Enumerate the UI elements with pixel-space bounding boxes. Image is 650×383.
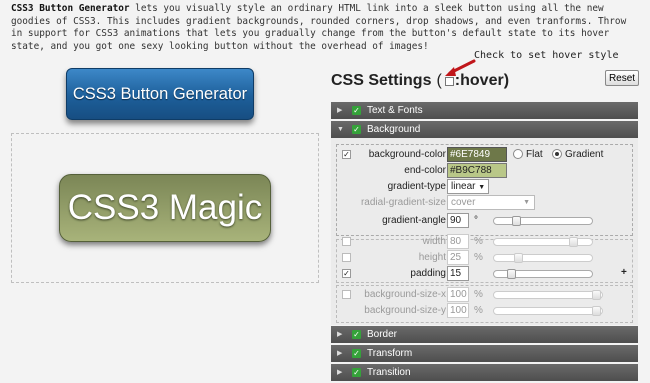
gradient-radio[interactable] (552, 149, 562, 159)
hover-hint: Check to set hover style (474, 50, 619, 61)
background-size-x-checkbox[interactable] (342, 290, 351, 299)
flat-label: Flat (526, 149, 543, 160)
green-check-icon: ✓ (352, 349, 361, 358)
gradient-angle-unit: ° (474, 215, 478, 226)
background-size-y-slider[interactable] (493, 306, 603, 316)
collapsed-triangle-icon: ▶ (337, 369, 343, 376)
width-slider[interactable] (493, 237, 593, 247)
hover-open-paren: ( (436, 72, 442, 89)
height-slider[interactable] (493, 253, 593, 263)
gradient-type-select[interactable]: linear ▼ (447, 179, 490, 194)
gradient-type-value: linear (451, 181, 476, 192)
collapsed-triangle-icon: ▶ (337, 331, 343, 338)
padding-checkbox[interactable]: ✓ (342, 269, 351, 278)
intro-paragraph: CSS3 Button Generator lets you visually … (11, 3, 643, 53)
width-label: width (422, 236, 446, 247)
background-size-y-row: background-size-y 100 % (331, 303, 638, 319)
green-check-icon: ✓ (352, 330, 361, 339)
width-row: width 80 % (331, 234, 638, 250)
height-checkbox[interactable] (342, 253, 351, 262)
padding-input[interactable]: 15 (447, 266, 469, 281)
intro-title: CSS3 Button Generator (11, 3, 130, 14)
width-slider-handle[interactable] (569, 237, 578, 247)
collapsed-triangle-icon: ▶ (337, 350, 343, 357)
width-input[interactable]: 80 (447, 234, 469, 249)
gradient-angle-label: gradient-angle (382, 215, 446, 226)
hero-button[interactable]: CSS3 Button Generator (66, 68, 254, 120)
section-transform-label: Transform (367, 348, 413, 359)
section-text-fonts-label: Text & Fonts (367, 105, 423, 116)
background-size-x-label: background-size-x (364, 289, 446, 300)
height-unit: % (474, 252, 483, 263)
radial-gradient-size-value: cover (451, 197, 476, 208)
background-size-y-slider-handle[interactable] (592, 306, 601, 316)
radial-gradient-size-select[interactable]: cover ▼ (447, 195, 535, 210)
settings-title: CSS Settings ( :hover) (331, 72, 509, 90)
padding-plus[interactable]: + (621, 267, 627, 278)
gradient-label: Gradient (565, 149, 604, 160)
dropdown-arrow-icon: ▼ (523, 199, 530, 206)
background-size-y-unit: % (474, 305, 483, 316)
end-color-label: end-color (404, 165, 446, 176)
end-color-row: end-color #B9C788 (331, 163, 638, 179)
settings-title-text: CSS Settings (331, 72, 432, 89)
background-size-x-unit: % (474, 289, 483, 300)
padding-slider-handle[interactable] (507, 269, 516, 279)
padding-slider[interactable] (493, 269, 593, 279)
background-size-y-label: background-size-y (364, 305, 446, 316)
padding-row: ✓ padding 15 + (331, 266, 638, 282)
background-color-checkbox[interactable]: ✓ (342, 150, 351, 159)
gradient-angle-slider-handle[interactable] (512, 216, 521, 226)
reset-button[interactable]: Reset (605, 70, 639, 86)
height-label: height (418, 252, 446, 263)
section-transition-label: Transition (367, 367, 411, 378)
end-color-input[interactable]: #B9C788 (447, 163, 507, 178)
gradient-angle-row: gradient-angle 90 ° (331, 213, 638, 229)
gradient-angle-slider[interactable] (493, 216, 593, 226)
preview-area: CSS3 Magic (11, 133, 319, 283)
section-transition[interactable]: ▶ ✓ Transition (331, 364, 638, 381)
background-color-input[interactable]: #6E7849 (447, 147, 507, 162)
background-size-x-row: background-size-x 100 % (331, 287, 638, 303)
height-row: height 25 % (331, 250, 638, 266)
hover-checkbox[interactable] (444, 76, 454, 86)
dropdown-arrow-icon: ▼ (478, 184, 486, 191)
section-text-fonts[interactable]: ▶ ✓ Text & Fonts (331, 102, 638, 119)
hover-label: :hover) (454, 72, 510, 89)
radial-gradient-size-row: radial-gradient-size cover ▼ (331, 195, 638, 211)
background-size-x-slider-handle[interactable] (592, 290, 601, 300)
height-slider-handle[interactable] (514, 253, 523, 263)
expanded-triangle-icon: ▼ (337, 126, 344, 133)
width-unit: % (474, 236, 483, 247)
background-color-label: background-color (368, 149, 446, 160)
radial-gradient-size-label: radial-gradient-size (360, 197, 446, 208)
green-check-icon: ✓ (352, 106, 361, 115)
background-color-row: ✓ background-color #6E7849 Flat Gradient (331, 147, 638, 163)
collapsed-triangle-icon: ▶ (337, 107, 343, 114)
background-panel: ✓ background-color #6E7849 Flat Gradient… (331, 138, 638, 325)
section-background[interactable]: ▼ ✓ Background (331, 121, 638, 138)
padding-label: padding (410, 268, 446, 279)
flat-radio[interactable] (513, 149, 523, 159)
section-border-label: Border (367, 329, 398, 340)
preview-button[interactable]: CSS3 Magic (59, 174, 271, 242)
gradient-type-label: gradient-type (387, 181, 446, 192)
section-background-label: Background (367, 124, 421, 135)
background-size-x-slider[interactable] (493, 290, 603, 300)
height-input[interactable]: 25 (447, 250, 469, 265)
width-checkbox[interactable] (342, 237, 351, 246)
gradient-type-row: gradient-type linear ▼ (331, 179, 638, 195)
gradient-angle-input[interactable]: 90 (447, 213, 469, 228)
section-transform[interactable]: ▶ ✓ Transform (331, 345, 638, 362)
background-size-x-input[interactable]: 100 (447, 287, 469, 302)
background-size-y-input[interactable]: 100 (447, 303, 469, 318)
green-check-icon: ✓ (352, 368, 361, 377)
section-border[interactable]: ▶ ✓ Border (331, 326, 638, 343)
green-check-icon: ✓ (352, 125, 361, 134)
